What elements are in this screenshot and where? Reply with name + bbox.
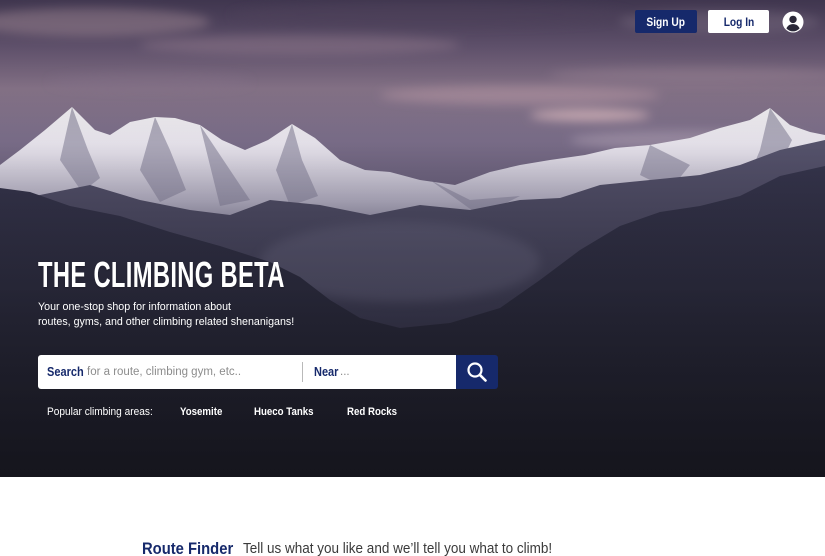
search-submit-button[interactable]: [456, 355, 498, 389]
near-label: Near: [314, 365, 339, 379]
popular-areas-label: Popular climbing areas:: [47, 406, 153, 418]
hero-subtitle-line-1: Your one-stop shop for information about: [38, 301, 231, 313]
search-divider: [302, 362, 303, 382]
popular-area-link-yosemite[interactable]: Yosemite: [180, 405, 222, 419]
popular-areas: Popular climbing areas: Yosemite Hueco T…: [47, 405, 447, 419]
user-circle-icon: [782, 11, 804, 33]
search-input[interactable]: [87, 363, 292, 381]
log-in-button[interactable]: Log In: [708, 10, 769, 33]
search-icon: [467, 362, 487, 382]
near-input[interactable]: [340, 363, 450, 381]
user-avatar-button[interactable]: [782, 11, 804, 33]
search-label: Search: [47, 365, 84, 379]
hero-subtitle-line-2: routes, gyms, and other climbing related…: [38, 316, 295, 328]
popular-area-link-red-rocks[interactable]: Red Rocks: [347, 405, 397, 419]
page-title: THE CLIMBING BETA: [38, 254, 285, 295]
route-finder-tagline: Tell us what you like and we’ll tell you…: [243, 541, 553, 556]
route-finder-title: Route Finder: [142, 541, 234, 556]
route-finder-section: Route Finder Tell us what you like and w…: [0, 541, 825, 556]
hero-section: Sign Up Log In THE CLIMBING BETA Your on…: [0, 0, 825, 477]
search-bar: Search Near: [38, 355, 456, 389]
sign-up-button[interactable]: Sign Up: [635, 10, 697, 33]
log-in-label: Log In: [723, 14, 754, 29]
popular-area-link-hueco-tanks[interactable]: Hueco Tanks: [254, 405, 314, 419]
hero-subtitle: Your one-stop shop for information about…: [38, 300, 302, 330]
sign-up-label: Sign Up: [646, 14, 686, 29]
